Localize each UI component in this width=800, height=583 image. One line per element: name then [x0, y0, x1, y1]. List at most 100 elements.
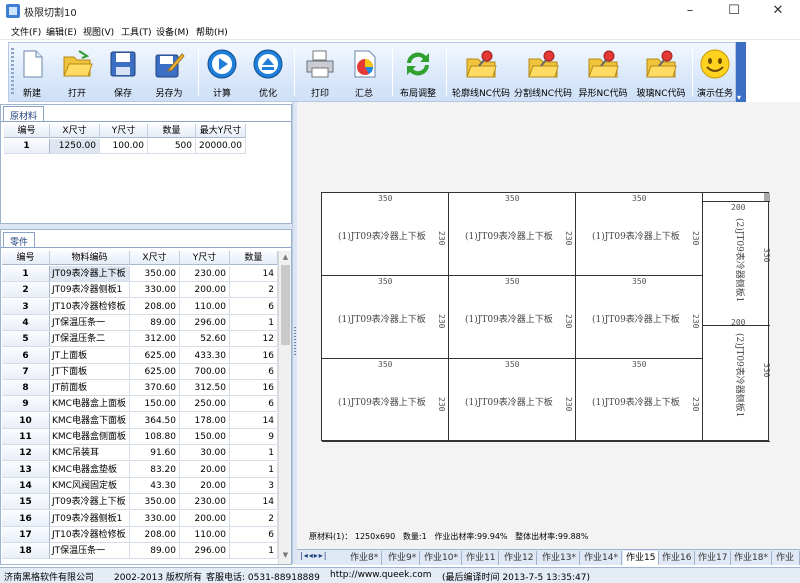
- sheet-tab[interactable]: 作业13*: [539, 551, 580, 565]
- parts-cell-code[interactable]: JT09表冷器上下板: [50, 266, 130, 282]
- parts-cell-qty[interactable]: 2: [230, 510, 278, 527]
- parts-col-y[interactable]: Y尺寸: [180, 251, 230, 265]
- parts-cell-code[interactable]: KMC吊装耳: [50, 445, 130, 462]
- parts-cell-id[interactable]: 9: [2, 396, 50, 413]
- sheet-tab[interactable]: 作业12: [501, 551, 538, 565]
- sheet-tab[interactable]: 作业15: [623, 551, 660, 565]
- parts-cell-qty[interactable]: 1: [230, 445, 278, 462]
- parts-cell-code[interactable]: KMC电器盒侧面板: [50, 429, 130, 445]
- sheet-tab[interactable]: 作业16: [659, 551, 696, 565]
- parts-cell-y[interactable]: 20.00: [180, 477, 230, 494]
- sheet-tab[interactable]: 作业14*: [581, 551, 622, 565]
- parts-cell-code[interactable]: JT前面板: [50, 380, 130, 397]
- parts-cell-y[interactable]: 30.00: [180, 445, 230, 462]
- raw-cell-x[interactable]: 1250.00: [50, 139, 100, 154]
- menu-edit[interactable]: 编辑(E): [46, 25, 77, 38]
- scroll-up-icon[interactable]: ▲: [281, 253, 290, 263]
- new-button[interactable]: 新建: [16, 44, 48, 100]
- parts-cell-x[interactable]: 370.60: [130, 380, 180, 397]
- parts-col-id[interactable]: 编号: [2, 251, 50, 265]
- parts-cell-id[interactable]: 15: [2, 494, 50, 511]
- parts-cell-x[interactable]: 108.80: [130, 429, 180, 445]
- parts-cell-y[interactable]: 20.00: [180, 461, 230, 478]
- toolbar-overflow-button[interactable]: [736, 42, 746, 102]
- sheet-tab[interactable]: 作业8*: [347, 551, 383, 565]
- parts-cell-y[interactable]: 110.00: [180, 526, 230, 543]
- parts-cell-y[interactable]: 150.00: [180, 429, 230, 445]
- demo-task-button[interactable]: 演示任务: [695, 44, 735, 100]
- parts-cell-id[interactable]: 18: [2, 543, 50, 560]
- shape-nc-button[interactable]: 异形NC代码: [576, 44, 630, 100]
- parts-cell-y[interactable]: 110.00: [180, 298, 230, 315]
- parts-cell-code[interactable]: JT10表冷器检修板: [50, 298, 130, 315]
- parts-cell-x[interactable]: 43.30: [130, 477, 180, 494]
- parts-cell-code[interactable]: JT保温压条一: [50, 314, 130, 331]
- parts-cell-id[interactable]: 2: [2, 282, 50, 299]
- sheet-tab[interactable]: 作业19: [773, 551, 800, 577]
- parts-cell-code[interactable]: JT09表冷器侧板1: [50, 510, 130, 527]
- parts-cell-id[interactable]: 17: [2, 526, 50, 543]
- parts-cell-qty[interactable]: 6: [230, 363, 278, 380]
- menu-help[interactable]: 帮助(H): [196, 25, 228, 38]
- raw-col-qty[interactable]: 数量: [148, 124, 196, 138]
- menu-device[interactable]: 设备(M): [156, 25, 189, 38]
- parts-cell-qty[interactable]: 6: [230, 396, 278, 413]
- layout-canvas[interactable]: 350 (1)JT09表冷器上下板 230 350 (1)JT09表冷器上下板 230 35…: [297, 102, 800, 549]
- parts-cell-id[interactable]: 13: [2, 461, 50, 478]
- parts-cell-y[interactable]: 700.00: [180, 363, 230, 380]
- raw-cell-qty[interactable]: 500: [148, 139, 196, 154]
- close-button[interactable]: ✕: [756, 0, 800, 22]
- parts-cell-y[interactable]: 250.00: [180, 396, 230, 413]
- minimize-button[interactable]: –: [668, 0, 712, 22]
- parts-cell-y[interactable]: 200.00: [180, 510, 230, 527]
- parts-cell-x[interactable]: 364.50: [130, 412, 180, 429]
- parts-cell-qty[interactable]: 16: [230, 380, 278, 397]
- parts-cell-qty[interactable]: 6: [230, 298, 278, 315]
- parts-cell-id[interactable]: 3: [2, 298, 50, 315]
- menu-tools[interactable]: 工具(T): [121, 25, 152, 38]
- scroll-down-icon[interactable]: ▼: [281, 551, 290, 561]
- glass-nc-button[interactable]: 玻璃NC代码: [634, 44, 688, 100]
- parts-cell-x[interactable]: 89.00: [130, 543, 180, 560]
- parts-cell-id[interactable]: 16: [2, 510, 50, 527]
- parts-cell-qty[interactable]: 14: [230, 412, 278, 429]
- sheet-tab[interactable]: 作业17: [695, 551, 732, 565]
- outline-nc-button[interactable]: 轮廓线NC代码: [452, 44, 510, 100]
- parts-cell-qty[interactable]: 16: [230, 347, 278, 364]
- parts-cell-y[interactable]: 296.00: [180, 314, 230, 331]
- parts-cell-id[interactable]: 8: [2, 380, 50, 397]
- parts-cell-x[interactable]: 150.00: [130, 396, 180, 413]
- tab-parts[interactable]: 零件: [3, 232, 36, 248]
- raw-col-x[interactable]: X尺寸: [50, 124, 100, 138]
- parts-cell-x[interactable]: 625.00: [130, 347, 180, 364]
- parts-cell-x[interactable]: 625.00: [130, 363, 180, 380]
- sheet-tab[interactable]: 作业18*: [731, 551, 772, 565]
- parts-cell-code[interactable]: JT保温压条二: [50, 331, 130, 348]
- tab-nav-icon[interactable]: |◂◂▸▸|: [300, 551, 327, 560]
- parts-cell-x[interactable]: 83.20: [130, 461, 180, 478]
- parts-cell-id[interactable]: 4: [2, 314, 50, 331]
- status-url[interactable]: http://www.queek.com: [330, 570, 431, 580]
- parts-cell-y[interactable]: 296.00: [180, 543, 230, 560]
- parts-cell-qty[interactable]: 12: [230, 331, 278, 348]
- parts-cell-x[interactable]: 350.00: [130, 494, 180, 511]
- parts-cell-code[interactable]: JT上面板: [50, 347, 130, 364]
- menu-file[interactable]: 文件(F): [11, 25, 41, 38]
- parts-cell-id[interactable]: 7: [2, 363, 50, 380]
- sheet-layout[interactable]: 350 (1)JT09表冷器上下板 230 350 (1)JT09表冷器上下板 230 35…: [321, 192, 771, 442]
- parts-cell-y[interactable]: 178.00: [180, 412, 230, 429]
- raw-col-y[interactable]: Y尺寸: [100, 124, 148, 138]
- parts-cell-x[interactable]: 330.00: [130, 510, 180, 527]
- parts-cell-y[interactable]: 230.00: [180, 494, 230, 511]
- parts-cell-qty[interactable]: 1: [230, 314, 278, 331]
- parts-cell-y[interactable]: 52.60: [180, 331, 230, 348]
- toolbar-grip[interactable]: [11, 48, 14, 96]
- save-button[interactable]: 保存: [103, 44, 143, 100]
- menu-view[interactable]: 视图(V): [83, 25, 114, 38]
- parts-cell-code[interactable]: JT下面板: [50, 363, 130, 380]
- parts-cell-y[interactable]: 433.30: [180, 347, 230, 364]
- parts-cell-code[interactable]: JT保温压条一: [50, 543, 130, 560]
- parts-cell-y[interactable]: 312.50: [180, 380, 230, 397]
- raw-col-id[interactable]: 编号: [4, 124, 50, 138]
- parts-cell-qty[interactable]: 6: [230, 526, 278, 543]
